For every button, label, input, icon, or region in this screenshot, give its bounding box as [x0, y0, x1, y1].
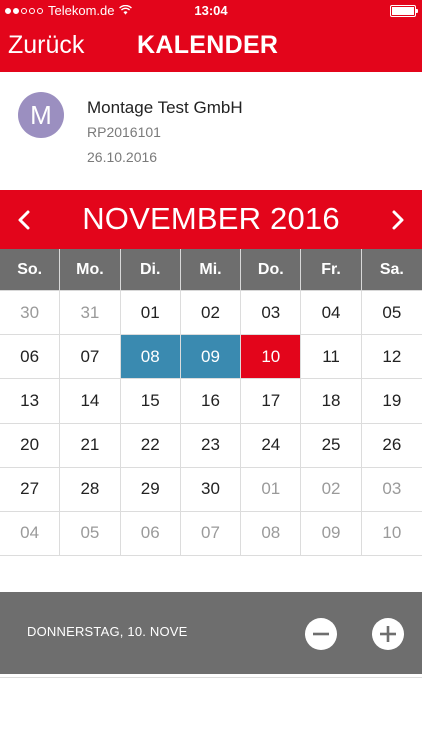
selected-day-bar: DONNERSTAG, 10. NOVE	[0, 592, 422, 674]
calendar-day-cell[interactable]: 21	[60, 423, 121, 468]
avatar: M	[18, 92, 64, 138]
calendar-day-cell[interactable]: 29	[120, 467, 181, 512]
calendar-day-cell[interactable]: 18	[301, 379, 362, 424]
customer-id: RP2016101	[87, 124, 161, 140]
selected-day-label: DONNERSTAG, 10. NOVE	[27, 624, 188, 639]
calendar-day-cell[interactable]: 06	[120, 511, 181, 556]
calendar-day-cell[interactable]: 25	[301, 423, 362, 468]
plus-button[interactable]	[372, 618, 404, 650]
calendar-day-cell[interactable]: 12	[361, 335, 422, 380]
calendar-day-cell[interactable]: 01	[241, 467, 302, 512]
customer-date: 26.10.2016	[87, 149, 158, 165]
weekday-label: Fr.	[301, 249, 362, 291]
weekday-label: So.	[0, 249, 61, 291]
calendar-day-cell[interactable]: 10	[361, 512, 422, 556]
month-label: NOVEMBER 2016	[82, 201, 340, 236]
calendar-day-cell[interactable]: 05	[361, 291, 422, 336]
back-button[interactable]: Zurück	[8, 31, 84, 60]
calendar-day-cell[interactable]: 03	[241, 291, 302, 336]
calendar-day-cell[interactable]: 30	[0, 291, 61, 336]
calendar-day-cell[interactable]: 23	[180, 423, 242, 468]
divider	[0, 677, 422, 678]
calendar-day-cell[interactable]: 02	[301, 467, 362, 512]
battery-icon	[390, 5, 418, 17]
weekday-label: Di.	[121, 249, 181, 291]
calendar-day-cell[interactable]: 16	[180, 379, 242, 424]
calendar-day-cell[interactable]: 27	[0, 467, 61, 512]
month-header: NOVEMBER 2016	[0, 190, 422, 249]
calendar-day-cell[interactable]: 10	[241, 335, 302, 380]
weekday-label: Sa.	[379, 261, 404, 278]
weekday-label: Mo.	[60, 249, 121, 291]
calendar-day-cell[interactable]: 09	[301, 511, 362, 556]
calendar-day-cell[interactable]: 04	[0, 511, 61, 556]
calendar-day-cell[interactable]: 03	[361, 468, 422, 512]
plus-circle-icon	[380, 626, 396, 642]
weekday-label: Do.	[241, 249, 302, 291]
calendar-day-cell[interactable]: 07	[180, 511, 242, 556]
calendar-grid: 30 31 01 02 03 04 05 06 07 08 09 10 11 12 13 14 15 16 17 18…	[0, 291, 422, 556]
calendar-day-cell[interactable]: 02	[180, 291, 242, 336]
page-title: KALENDER	[137, 31, 279, 59]
calendar-day-cell[interactable]: 05	[60, 511, 121, 556]
chevron-right-icon	[392, 210, 404, 230]
calendar-day-cell[interactable]: 07	[60, 335, 121, 380]
status-bar: Telekom.de 13:04	[0, 0, 422, 22]
calendar-day-cell[interactable]: 17	[241, 379, 302, 424]
next-month-button[interactable]	[382, 205, 412, 235]
calendar-day-cell[interactable]: 09	[180, 335, 242, 380]
calendar-day-cell[interactable]: 04	[301, 291, 362, 336]
calendar-day-cell[interactable]: 06	[0, 335, 61, 380]
nav-bar: Zurück KALENDER	[0, 22, 422, 72]
calendar-day-cell[interactable]: 13	[0, 379, 61, 424]
calendar-day-cell[interactable]: 22	[120, 423, 181, 468]
customer-header: M Montage Test GmbH RP2016101 26.10.2016	[0, 72, 422, 190]
status-time: 13:04	[194, 3, 228, 18]
customer-name: Montage Test GmbH	[87, 98, 243, 117]
calendar-day-cell[interactable]: 30	[180, 467, 242, 512]
calendar-day-cell[interactable]: 26	[361, 424, 422, 468]
calendar-day-cell[interactable]: 20	[0, 423, 61, 468]
calendar-day-cell[interactable]: 14	[60, 379, 121, 424]
calendar-day-cell[interactable]: 28	[60, 467, 121, 512]
weekday-header: So. Mo. Di. Mi. Do. Fr. Sa.	[0, 249, 422, 291]
weekday-label: Mi.	[181, 249, 242, 291]
calendar-day-cell[interactable]: 11	[301, 335, 362, 380]
minus-circle-icon	[313, 632, 329, 636]
minus-button[interactable]	[305, 618, 337, 650]
calendar-day-cell[interactable]: 08	[241, 511, 302, 556]
calendar-day-cell[interactable]: 31	[60, 291, 121, 336]
calendar-day-cell[interactable]: 24	[241, 423, 302, 468]
calendar-day-cell[interactable]: 01	[120, 291, 181, 336]
calendar-day-cell[interactable]: 19	[361, 379, 422, 424]
calendar-day-cell[interactable]: 15	[120, 379, 181, 424]
calendar-day-cell[interactable]: 08	[120, 335, 181, 380]
